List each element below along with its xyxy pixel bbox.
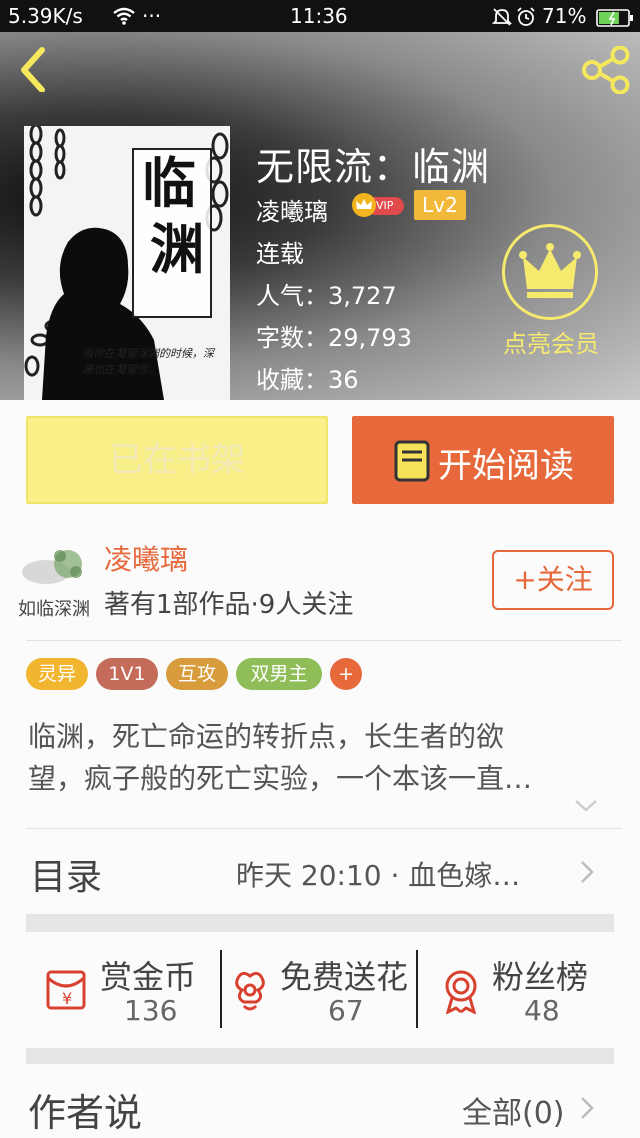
back-arrow-icon <box>21 47 45 93</box>
table-of-contents-row[interactable]: 目录 昨天 20:10 · 血色嫁… <box>0 830 640 914</box>
book-icon <box>394 440 430 491</box>
network-speed: 5.39K/s <box>8 4 83 28</box>
author-name-link[interactable]: 凌曦璃 <box>104 538 188 578</box>
share-icon <box>582 45 630 95</box>
fan-ranking-button[interactable]: 粉丝榜 48 <box>440 950 600 1030</box>
favorites-count: 收藏：36 <box>256 366 359 394</box>
divider <box>220 950 222 1028</box>
avatar[interactable]: 如临深渊 <box>18 536 98 622</box>
divider <box>26 828 622 829</box>
flower-icon <box>230 968 270 1016</box>
divider <box>416 950 418 1028</box>
cover-title-char: 渊 <box>150 217 204 281</box>
author-works-summary: 著有1部作品·9人关注 <box>104 590 354 620</box>
book-detail-body: 已在书架 开始阅读 如临深渊 凌曦璃 著有1部作品·9人关注 +关注 灵异 1V… <box>0 400 640 1138</box>
level-badge: Lv2 <box>414 190 466 220</box>
divider <box>26 640 622 641</box>
start-reading-button[interactable]: 开始阅读 <box>352 416 614 504</box>
battery-percent: 71% <box>542 4 587 28</box>
vip-cta-label: 点亮会员 <box>503 330 599 358</box>
more-notifications-icon: ··· <box>142 4 162 28</box>
avatar-caption: 如临深渊 <box>18 599 90 620</box>
book-cover[interactable]: 临 渊 当你在凝望深渊的时候，深渊也在凝望你。 <box>24 126 230 400</box>
chevron-right-icon <box>580 860 594 888</box>
reward-label: 赏金币 <box>100 958 197 996</box>
start-reading-label: 开始阅读 <box>438 446 574 486</box>
word-count: 字数：29,793 <box>256 324 412 352</box>
synopsis[interactable]: 临渊，死亡命运的转折点，长生者的欲 望，疯子般的死亡实验，一个本该一直… <box>28 716 598 800</box>
fans-label: 粉丝榜 <box>492 958 589 996</box>
book-title: 无限流：临渊 <box>256 145 491 189</box>
latest-chapter: 昨天 20:10 · 血色嫁… <box>236 859 521 892</box>
author-name[interactable]: 凌曦璃 <box>256 192 328 227</box>
flowers-value: 67 <box>328 994 364 1027</box>
mute-icon <box>491 7 513 32</box>
on-shelf-button[interactable]: 已在书架 <box>26 416 328 504</box>
back-button[interactable] <box>14 44 54 93</box>
popularity: 人气：3,727 <box>256 282 397 310</box>
wifi-icon <box>112 6 136 30</box>
medal-icon <box>440 968 482 1018</box>
chevron-right-icon <box>580 1096 594 1124</box>
expand-synopsis-icon[interactable] <box>574 798 598 817</box>
toc-label: 目录 <box>30 857 103 898</box>
book-header: 临 渊 当你在凝望深渊的时候，深渊也在凝望你。 无限流：临渊 凌曦璃 VIP L… <box>0 32 640 400</box>
battery-icon <box>596 8 634 32</box>
send-flowers-button[interactable]: 免费送花 67 <box>230 950 416 1030</box>
tag[interactable]: 双男主 <box>236 658 322 690</box>
cover-caption: 当你在凝望深渊的时候，深渊也在凝望你。 <box>82 347 214 376</box>
author-info: 如临深渊 凌曦璃 著有1部作品·9人关注 +关注 <box>0 530 640 640</box>
reward-value: 136 <box>124 994 178 1027</box>
cover-title-plate: 临 渊 <box>132 148 212 318</box>
cover-title-char: 临 <box>142 151 196 215</box>
more-tags-button[interactable]: + <box>330 658 362 690</box>
synopsis-line: 临渊，死亡命运的转折点，长生者的欲 <box>28 720 505 753</box>
flowers-label: 免费送花 <box>280 958 409 996</box>
tag[interactable]: 灵异 <box>26 658 88 690</box>
clock: 11:36 <box>290 4 348 28</box>
vip-badge: VIP <box>352 193 406 217</box>
share-button[interactable] <box>580 45 632 95</box>
author-says-label: 作者说 <box>28 1091 143 1135</box>
view-all-link[interactable]: 全部(0) <box>462 1088 565 1132</box>
status-bar: 5.39K/s ··· 11:36 71% <box>0 0 640 32</box>
activate-vip-button[interactable]: 点亮会员 <box>496 220 606 360</box>
avatar-image <box>22 550 82 584</box>
tag[interactable]: 互攻 <box>166 658 228 690</box>
author-says-row[interactable]: 作者说 全部(0) <box>0 1070 640 1138</box>
tag[interactable]: 1V1 <box>96 658 158 690</box>
follow-button[interactable]: +关注 <box>492 550 614 610</box>
crown-icon <box>502 224 598 320</box>
section-gap <box>26 1048 614 1064</box>
crown-badge-icon <box>352 193 376 217</box>
support-stats: ¥ 赏金币 136 免费送花 67 粉丝榜 48 <box>0 944 640 1034</box>
svg-text:¥: ¥ <box>62 989 72 1008</box>
red-envelope-icon: ¥ <box>44 968 92 1016</box>
reward-coins-button[interactable]: ¥ 赏金币 136 <box>44 950 214 1030</box>
serial-status: 连载 <box>256 240 304 268</box>
section-gap <box>26 914 614 932</box>
synopsis-line: 望，疯子般的死亡实验，一个本该一直… <box>28 762 533 795</box>
fans-value: 48 <box>524 994 560 1027</box>
alarm-icon <box>516 7 536 32</box>
